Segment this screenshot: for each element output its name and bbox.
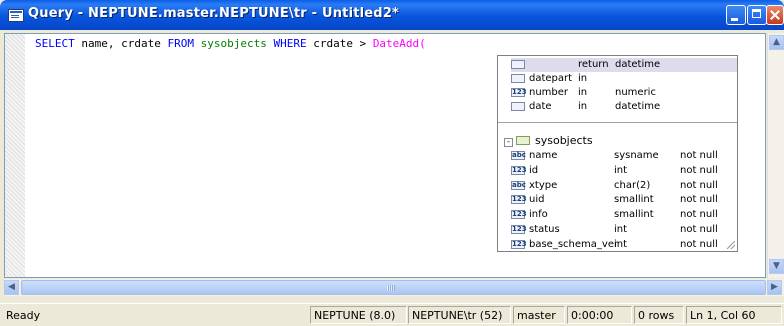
keyword-from: FROM bbox=[167, 37, 194, 50]
status-database: master bbox=[513, 306, 565, 324]
scroll-left-icon[interactable]: ◀ bbox=[4, 280, 19, 295]
param-row: 123 number in numeric bbox=[498, 86, 737, 100]
param-row: datepart in bbox=[498, 72, 737, 86]
column-item[interactable]: 123 base_schema_ver int not null bbox=[498, 238, 737, 252]
close-button[interactable] bbox=[766, 5, 784, 25]
column-item[interactable]: 123 info smallint not null bbox=[498, 208, 737, 222]
query-window-icon[interactable] bbox=[8, 9, 24, 22]
column-nullability: not null bbox=[680, 150, 718, 161]
horizontal-scroll-thumb[interactable] bbox=[21, 280, 766, 295]
scroll-down-icon[interactable]: ▼ bbox=[769, 259, 784, 274]
function-call: DateAdd( bbox=[372, 37, 426, 50]
column-type: sysname bbox=[614, 150, 659, 161]
title-bar[interactable]: Query - NEPTUNE.master.NEPTUNE\tr - Unti… bbox=[0, 0, 784, 30]
numeric-type-icon: 123 bbox=[511, 225, 527, 234]
table-name: sysobjects bbox=[193, 37, 274, 50]
keyword-where: WHERE bbox=[273, 37, 307, 50]
column-type: int bbox=[614, 224, 628, 235]
calendar-icon bbox=[511, 60, 525, 69]
query-window: Query - NEPTUNE.master.NEPTUNE\tr - Unti… bbox=[0, 0, 784, 326]
table-node-label: sysobjects bbox=[535, 134, 593, 147]
column-name: uid bbox=[529, 194, 545, 206]
column-item[interactable]: abc xtype char(2) not null bbox=[498, 179, 737, 193]
column-name: xtype bbox=[529, 179, 558, 191]
calendar-icon bbox=[511, 102, 525, 111]
numeric-type-icon: 123 bbox=[511, 239, 527, 249]
column-type: smallint bbox=[614, 194, 654, 206]
string-type-icon: abc bbox=[511, 151, 526, 160]
column-name: name bbox=[529, 150, 558, 161]
numeric-type-icon: 123 bbox=[511, 195, 527, 205]
status-elapsed: 0:00:00 bbox=[567, 306, 632, 324]
keyword-select: SELECT bbox=[35, 37, 75, 50]
column-nullability: not null bbox=[680, 164, 718, 176]
column-nullability: not null bbox=[680, 209, 718, 221]
column-name: id bbox=[529, 164, 539, 176]
resize-grip-icon[interactable] bbox=[727, 241, 735, 249]
param-name: date bbox=[529, 101, 552, 112]
editor-gutter bbox=[5, 34, 25, 277]
table-node[interactable]: sysobjects bbox=[498, 134, 737, 148]
param-type: datetime bbox=[615, 101, 661, 112]
scroll-right-icon[interactable]: ▶ bbox=[767, 280, 782, 295]
maximize-button[interactable] bbox=[747, 5, 767, 25]
param-type: numeric bbox=[615, 87, 656, 98]
return-type: datetime bbox=[615, 59, 661, 70]
column-type: smallint bbox=[614, 209, 654, 221]
column-item[interactable]: 123 id int not null bbox=[498, 164, 737, 178]
table-icon bbox=[516, 136, 530, 145]
numeric-type-icon: 123 bbox=[511, 165, 527, 175]
param-name: datepart bbox=[529, 73, 573, 84]
column-item[interactable]: abc name sysname not null bbox=[498, 149, 737, 163]
return-label: return bbox=[578, 59, 609, 70]
status-user: NEPTUNE\tr (52) bbox=[408, 306, 511, 324]
column-nullability: not null bbox=[680, 179, 718, 191]
status-ready: Ready bbox=[6, 309, 41, 322]
string-type-icon: abc bbox=[511, 180, 526, 190]
param-row: date in datetime bbox=[498, 100, 737, 114]
signature-header-row: return datetime bbox=[498, 58, 737, 72]
column-name: base_schema_ver bbox=[529, 238, 619, 250]
status-rows: 0 rows bbox=[634, 306, 684, 324]
horizontal-scrollbar[interactable]: ◀ ▶ bbox=[4, 279, 784, 296]
column-type: char(2) bbox=[614, 179, 651, 191]
popup-separator bbox=[498, 122, 737, 123]
status-bar: Ready NEPTUNE (8.0) NEPTUNE\tr (52) mast… bbox=[0, 303, 784, 326]
grip-icon bbox=[387, 285, 395, 291]
scroll-up-icon[interactable]: ▲ bbox=[769, 35, 784, 50]
column-type: int bbox=[614, 164, 628, 176]
column-type: int bbox=[614, 238, 628, 250]
column-nullability: not null bbox=[680, 238, 718, 250]
minimize-button[interactable] bbox=[726, 5, 746, 25]
calendar-icon bbox=[511, 74, 525, 83]
condition: crdate > bbox=[306, 37, 373, 50]
sql-code-line[interactable]: SELECT name, crdate FROM sysobjects WHER… bbox=[35, 37, 426, 50]
status-position: Ln 1, Col 60 bbox=[686, 306, 782, 324]
param-name: number bbox=[529, 87, 569, 98]
numeric-icon: 123 bbox=[511, 88, 527, 97]
numeric-type-icon: 123 bbox=[511, 210, 527, 220]
param-mode: in bbox=[578, 73, 588, 84]
status-server: NEPTUNE (8.0) bbox=[310, 306, 407, 324]
column-name: info bbox=[529, 209, 548, 221]
column-item[interactable]: 123 status int not null bbox=[498, 223, 737, 237]
column-name: status bbox=[529, 224, 560, 235]
column-nullability: not null bbox=[680, 194, 718, 206]
window-title: Query - NEPTUNE.master.NEPTUNE\tr - Unti… bbox=[28, 6, 400, 21]
column-item[interactable]: 123 uid smallint not null bbox=[498, 193, 737, 207]
column-list: name, crdate bbox=[74, 37, 168, 50]
param-mode: in bbox=[578, 87, 588, 98]
param-mode: in bbox=[578, 101, 588, 112]
column-nullability: not null bbox=[680, 224, 718, 235]
vertical-scrollbar[interactable]: ▲ ▼ bbox=[767, 33, 784, 278]
code-completion-popup[interactable]: return datetime datepart in 123 number in num… bbox=[497, 55, 738, 252]
